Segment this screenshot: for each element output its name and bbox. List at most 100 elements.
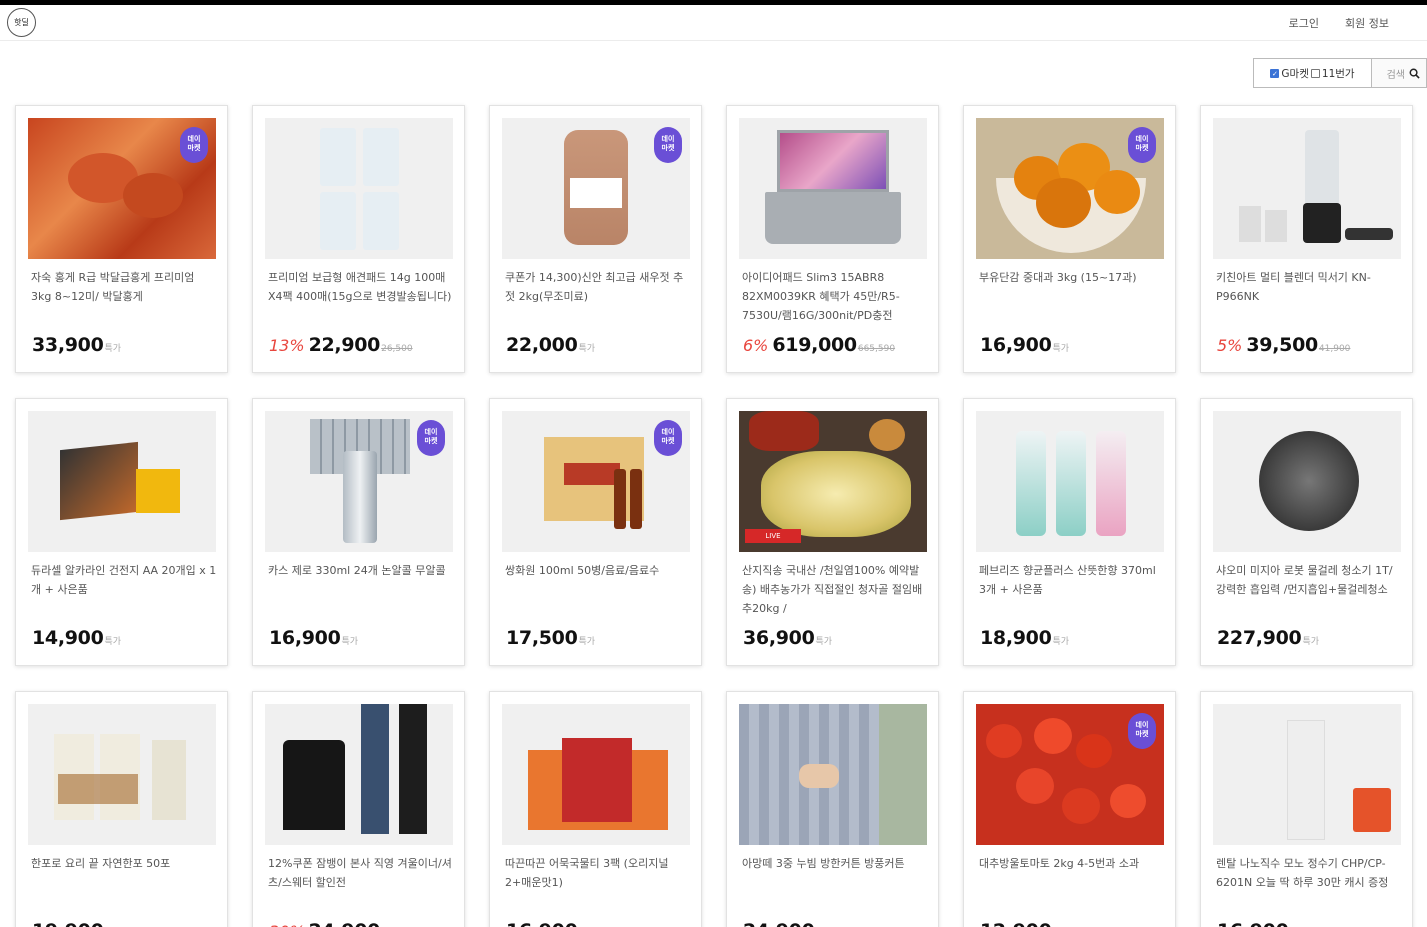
blender-photo[interactable] (1213, 118, 1401, 259)
drink-box-photo[interactable]: 데이 마켓 (502, 411, 690, 552)
sale-price: 22,900 (308, 334, 381, 356)
product-card[interactable]: 프리미엄 보급형 애견패드 14g 100매X4팩 400매(15g으로 변경발… (252, 105, 465, 373)
original-price: 26,500 (381, 344, 413, 354)
product-card[interactable]: 아망떼 3중 누빔 방한커튼 방풍커튼 24,900 (726, 691, 939, 927)
product-card[interactable]: 데이 마켓 부유단감 중대과 3kg (15~17과) 16,900 특가 (963, 105, 1176, 373)
product-card[interactable]: 키친아트 멀티 블렌더 믹서기 KN-P966NK 5% 39,500 41,900 (1200, 105, 1413, 373)
search-icon (1409, 68, 1420, 79)
sale-price: 36,900 (743, 627, 815, 649)
tomato-photo[interactable]: 데이 마켓 (976, 704, 1164, 845)
login-link[interactable]: 로그인 (1289, 15, 1319, 31)
product-price: 33,900 특가 (32, 334, 121, 356)
product-name[interactable]: 따끈따끈 어묵국물티 3팩 (오리지널2+매운맛1) (505, 854, 691, 892)
sale-price: 16,900 (269, 627, 341, 649)
product-name[interactable]: 프리미엄 보급형 애견패드 14g 100매X4팩 400매(15g으로 변경발… (268, 268, 454, 306)
clothing-photo[interactable] (265, 704, 453, 845)
product-name[interactable]: 대추방울토마토 2kg 4-5번과 소과 (979, 854, 1165, 873)
day-market-badge: 데이 마켓 (417, 420, 445, 456)
spray-photo[interactable] (976, 411, 1164, 552)
shrimp-jar-photo[interactable]: 데이 마켓 (502, 118, 690, 259)
product-price: 24,900 (743, 920, 815, 927)
product-name[interactable]: 키친아트 멀티 블렌더 믹서기 KN-P966NK (1216, 268, 1402, 306)
special-price-label: 특가 (1302, 637, 1320, 647)
special-price-label: 특가 (815, 637, 833, 647)
product-name[interactable]: 12%쿠폰 잠뱅이 본사 직영 겨울이너/셔츠/스웨터 할인전 (268, 854, 454, 892)
fishcake-box-photo[interactable] (502, 704, 690, 845)
header-nav: 로그인 회원 정보 (1289, 15, 1389, 31)
member-info-link[interactable]: 회원 정보 (1345, 15, 1389, 31)
product-name[interactable]: 듀라셀 알카라인 건전지 AA 20개입 x 1개 + 사은품 (31, 561, 217, 599)
product-card[interactable]: 샤오미 미지아 로봇 물걸레 청소기 1T/강력한 흡입력 /먼지흡입+물걸레청… (1200, 398, 1413, 666)
product-name[interactable]: 쌍화원 100ml 50병/음료/음료수 (505, 561, 691, 580)
product-card[interactable]: 12%쿠폰 잠뱅이 본사 직영 겨울이너/셔츠/스웨터 할인전 30% 24,900 (252, 691, 465, 927)
sale-price: 22,000 (506, 334, 578, 356)
product-price: 19,900 (32, 920, 104, 927)
crab-photo[interactable]: 데이 마켓 (28, 118, 216, 259)
product-price: 30% 24,900 (269, 920, 380, 927)
product-card[interactable]: 데이 마켓카스 제로 330ml 24개 논알콜 무알콜 16,900 특가 (252, 398, 465, 666)
special-price-label: 특가 (1052, 344, 1070, 354)
broth-pack-photo[interactable] (28, 704, 216, 845)
product-card[interactable]: 데이 마켓자숙 홍게 R급 박달급홍게 프리미엄 3kg 8~12미/ 박달홍게… (15, 105, 228, 373)
sale-price: 24,900 (743, 920, 815, 927)
product-name[interactable]: 자숙 홍게 R급 박달급홍게 프리미엄 3kg 8~12미/ 박달홍게 (31, 268, 217, 306)
gmarket-checkbox[interactable]: ✓ (1270, 68, 1280, 78)
product-card[interactable]: 렌탈 나노직수 모노 정수기 CHP/CP-6201N 오늘 딱 하루 30만 … (1200, 691, 1413, 927)
product-name[interactable]: 아망떼 3중 누빔 방한커튼 방풍커튼 (742, 854, 928, 873)
product-name[interactable]: 아이디어패드 Slim3 15ABR8 82XM0039KR 혜택가 45만/R… (742, 268, 928, 325)
day-market-badge: 데이 마켓 (180, 127, 208, 163)
laptop-photo[interactable] (739, 118, 927, 259)
sale-price: 39,500 (1246, 334, 1318, 356)
product-name[interactable]: 페브리즈 향균플러스 산뜻한향 370ml 3개 + 사은품 (979, 561, 1165, 599)
product-card[interactable]: 데이 마켓대추방울토마토 2kg 4-5번과 소과 12,900 (963, 691, 1176, 927)
original-price: 665,590 (857, 344, 896, 354)
gmarket-label[interactable]: G마켓 (1281, 66, 1308, 81)
product-price: 5% 39,500 41,900 (1217, 334, 1350, 356)
special-price-label: 특가 (578, 344, 596, 354)
product-card[interactable]: 데이 마켓쿠폰가 14,300)신안 최고급 새우젓 추젓 2kg(무조미료) 2… (489, 105, 702, 373)
sale-price: 24,900 (309, 920, 381, 927)
product-price: 18,900 특가 (980, 627, 1069, 649)
product-card[interactable]: 아이디어패드 Slim3 15ABR8 82XM0039KR 혜택가 45만/R… (726, 105, 939, 373)
cabbage-photo[interactable]: LIVE (739, 411, 927, 552)
pet-pad-photo[interactable] (265, 118, 453, 259)
product-name[interactable]: 카스 제로 330ml 24개 논알콜 무알콜 (268, 561, 454, 580)
water-purifier-photo[interactable] (1213, 704, 1401, 845)
11st-checkbox[interactable] (1310, 68, 1320, 78)
product-card[interactable]: 한포로 요리 끝 자연한포 50포 19,900 (15, 691, 228, 927)
day-market-badge: 데이 마켓 (654, 420, 682, 456)
sale-price: 16,900 (1217, 920, 1289, 927)
sale-price: 619,000 (772, 334, 857, 356)
site-header: 핫딜 로그인 회원 정보 (0, 5, 1427, 41)
product-price: 13% 22,900 26,500 (269, 334, 413, 356)
search-button[interactable]: 검색 (1371, 58, 1427, 88)
product-price: 16,900 특가 (269, 627, 358, 649)
special-price-label: 특가 (104, 344, 122, 354)
special-price-label: 특가 (578, 637, 596, 647)
product-card[interactable]: 듀라셀 알카라인 건전지 AA 20개입 x 1개 + 사은품 14,900 특가 (15, 398, 228, 666)
product-card[interactable]: 데이 마켓쌍화원 100ml 50병/음료/음료수 17,500 특가 (489, 398, 702, 666)
product-name[interactable]: 산지직송 국내산 /천일염100% 예약발송) 배추농가가 직접절인 청자골 절… (742, 561, 928, 618)
sale-price: 16,900 (506, 920, 578, 927)
product-name[interactable]: 부유단감 중대과 3kg (15~17과) (979, 268, 1165, 287)
product-price: 17,500 특가 (506, 627, 595, 649)
product-card[interactable]: 페브리즈 향균플러스 산뜻한향 370ml 3개 + 사은품 18,900 특가 (963, 398, 1176, 666)
product-name[interactable]: 렌탈 나노직수 모노 정수기 CHP/CP-6201N 오늘 딱 하루 30만 … (1216, 854, 1402, 892)
discount-rate: 30% (269, 922, 305, 927)
curtain-photo[interactable] (739, 704, 927, 845)
product-card[interactable]: 따끈따끈 어묵국물티 3팩 (오리지널2+매운맛1) 16,900 (489, 691, 702, 927)
robot-vacuum-photo[interactable] (1213, 411, 1401, 552)
discount-rate: 5% (1217, 336, 1243, 355)
product-name[interactable]: 한포로 요리 끝 자연한포 50포 (31, 854, 217, 873)
11st-label[interactable]: 11번가 (1322, 66, 1355, 81)
product-price: 227,900 특가 (1217, 627, 1319, 649)
product-name[interactable]: 샤오미 미지아 로봇 물걸레 청소기 1T/강력한 흡입력 /먼지흡입+물걸레청… (1216, 561, 1402, 599)
product-name[interactable]: 쿠폰가 14,300)신안 최고급 새우젓 추젓 2kg(무조미료) (505, 268, 691, 306)
persimmon-photo[interactable]: 데이 마켓 (976, 118, 1164, 259)
product-price: 6% 619,000 665,590 (743, 334, 895, 356)
beer-can-photo[interactable]: 데이 마켓 (265, 411, 453, 552)
product-card[interactable]: LIVE 산지직송 국내산 /천일염100% 예약발송) 배추농가가 직접절인 청… (726, 398, 939, 666)
battery-photo[interactable] (28, 411, 216, 552)
site-logo[interactable]: 핫딜 (7, 8, 36, 37)
search-button-label: 검색 (1386, 69, 1405, 81)
